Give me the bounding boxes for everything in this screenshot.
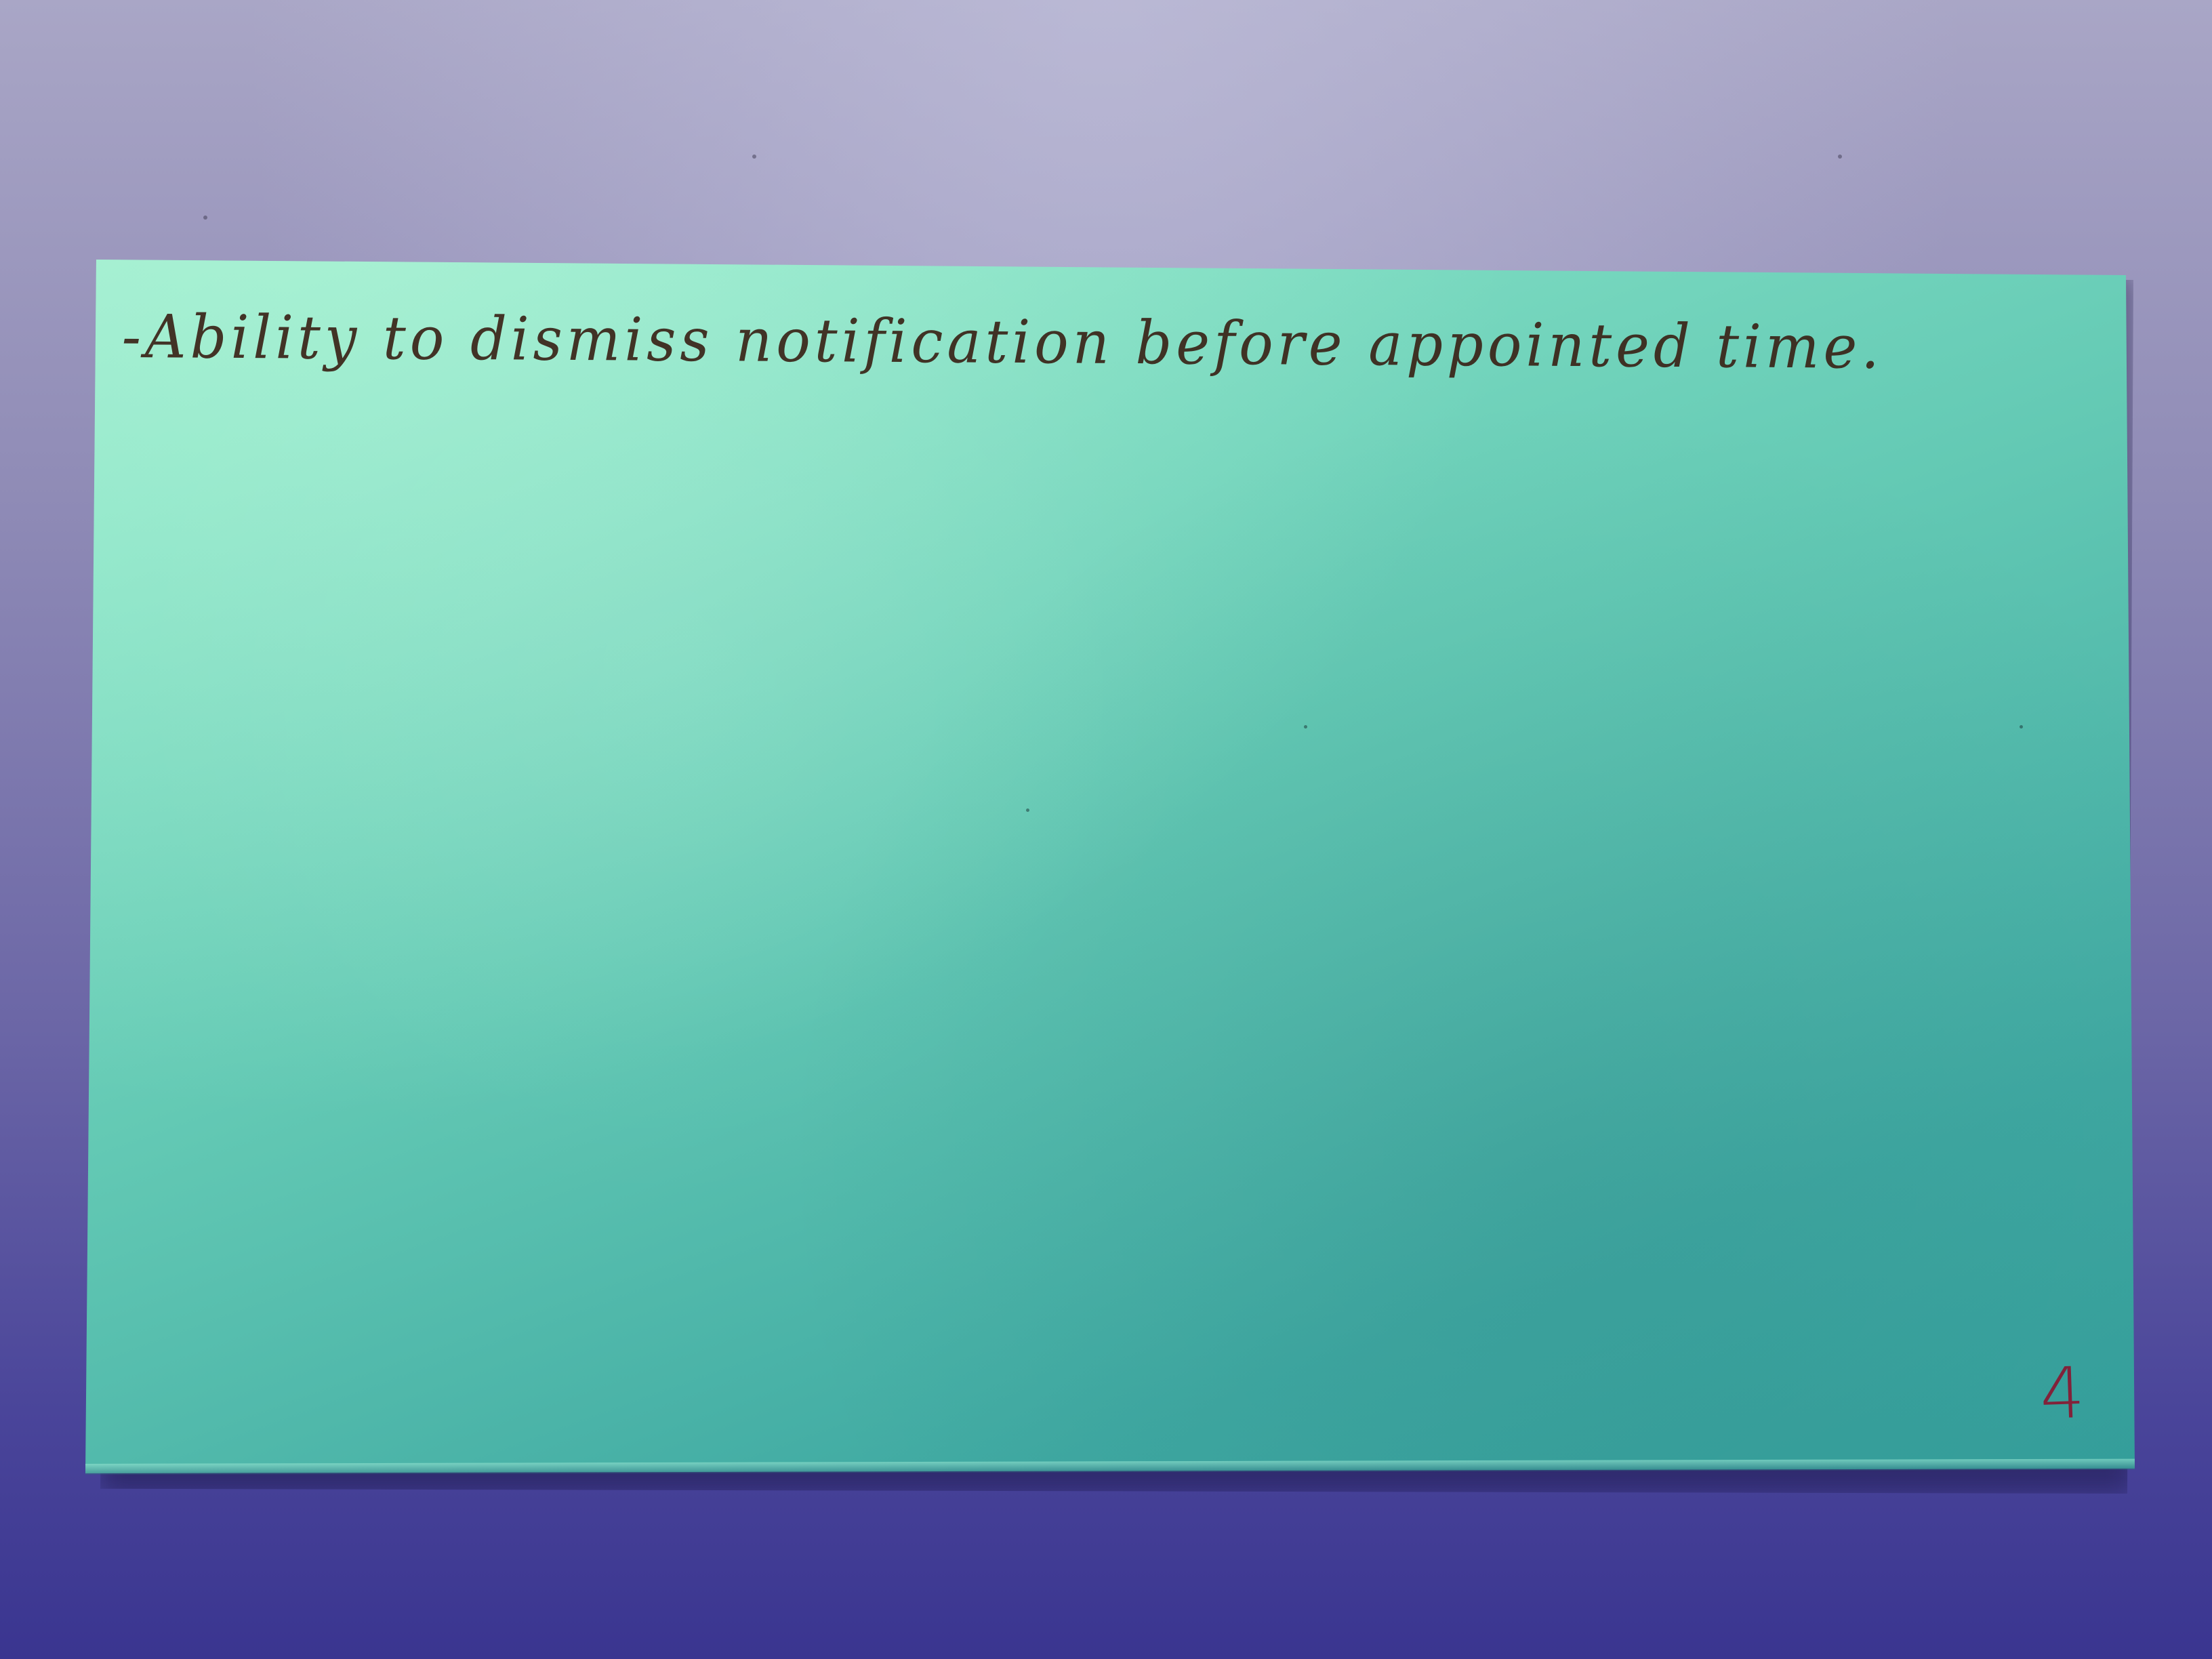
desk-speck (203, 216, 207, 220)
desk-speck (752, 155, 756, 159)
card-speck (1304, 725, 1307, 729)
card-speck (1026, 808, 1029, 812)
card-number: 4 (2038, 1351, 2087, 1436)
photo-scene: -Ability to dismiss notification before … (0, 0, 2212, 1659)
desk-speck (1838, 155, 1842, 159)
handwritten-note: -Ability to dismiss notification before … (121, 302, 1884, 382)
card-texture (85, 260, 2135, 1473)
card-speck (2020, 725, 2023, 729)
